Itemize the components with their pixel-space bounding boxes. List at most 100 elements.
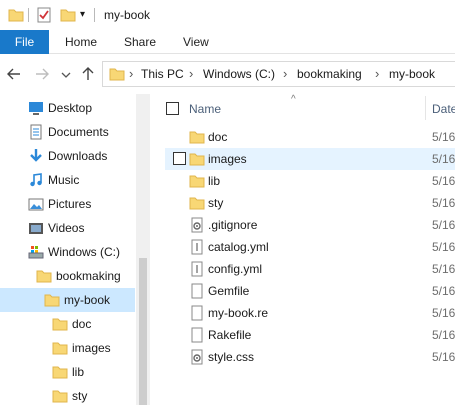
sidebar-item-my-book[interactable]: my-book	[0, 288, 135, 312]
blank-file-icon	[189, 327, 205, 343]
music-icon	[28, 172, 44, 188]
folder-icon	[189, 173, 205, 189]
pictures-icon	[28, 196, 44, 212]
sidebar-item-label: Documents	[48, 125, 109, 139]
chevron-right-icon[interactable]: ›	[283, 66, 287, 81]
breadcrumb-my-book[interactable]: my-book	[389, 67, 435, 81]
file-row-lib[interactable]: lib 5/16	[165, 170, 455, 192]
file-date: 5/16	[432, 174, 455, 188]
breadcrumb-windows-c[interactable]: Windows (C:)	[203, 67, 275, 81]
folder-icon	[44, 292, 60, 308]
file-row-doc[interactable]: doc 5/16	[165, 126, 455, 148]
folder-icon	[36, 268, 52, 284]
text-file-icon	[189, 239, 205, 255]
sidebar-item-label: doc	[72, 317, 92, 331]
sidebar-item-windows-c[interactable]: Windows (C:)	[0, 240, 135, 264]
address-bar[interactable]: › This PC › Windows (C:) › bookmaking › …	[102, 61, 455, 87]
sidebar-item-label: Videos	[48, 221, 85, 235]
file-name: style.css	[208, 350, 255, 364]
customize-toolbar-icon[interactable]: ▾	[80, 9, 85, 25]
new-folder-icon[interactable]	[60, 7, 76, 23]
file-name: Gemfile	[208, 284, 250, 298]
sidebar-item-label: bookmaking	[56, 269, 121, 283]
tab-home[interactable]: Home	[65, 30, 97, 54]
file-date: 5/16	[432, 152, 455, 166]
file-row-style-css[interactable]: style.css 5/16	[165, 346, 455, 368]
settings-file-icon	[189, 349, 205, 365]
file-row-config-yml[interactable]: config.yml 5/16	[165, 258, 455, 280]
file-date: 5/16	[432, 350, 455, 364]
folder-icon	[189, 129, 205, 145]
column-divider[interactable]	[425, 96, 426, 120]
chevron-right-icon[interactable]: ›	[189, 66, 193, 81]
sidebar-item-images[interactable]: images	[0, 336, 135, 360]
divider	[28, 8, 29, 22]
chevron-right-icon[interactable]: ›	[129, 66, 133, 81]
sidebar-item-documents[interactable]: Documents	[0, 120, 135, 144]
file-date: 5/16	[432, 284, 455, 298]
file-name: doc	[208, 130, 228, 144]
column-header-name[interactable]: Name	[189, 102, 221, 116]
file-name: images	[208, 152, 247, 166]
videos-icon	[28, 220, 44, 236]
sidebar-item-label: Windows (C:)	[48, 245, 121, 259]
settings-file-icon	[189, 217, 205, 233]
sidebar-item-bookmaking[interactable]: bookmaking	[0, 264, 135, 288]
file-row-gitignore[interactable]: .gitignore 5/16	[165, 214, 455, 236]
sidebar-item-music[interactable]: Music	[0, 168, 135, 192]
sidebar-item-doc[interactable]: doc	[0, 312, 135, 336]
blank-file-icon	[189, 283, 205, 299]
sidebar-item-pictures[interactable]: Pictures	[0, 192, 135, 216]
file-date: 5/16	[432, 130, 455, 144]
window-title: my-book	[104, 8, 151, 22]
select-all-checkbox[interactable]	[166, 102, 179, 115]
tab-share[interactable]: Share	[124, 30, 156, 54]
file-date: 5/16	[432, 196, 455, 210]
file-row-rakefile[interactable]: Rakefile 5/16	[165, 324, 455, 346]
file-row-images[interactable]: images 5/16	[165, 148, 455, 170]
sidebar-item-desktop[interactable]: Desktop	[0, 96, 135, 120]
tab-view[interactable]: View	[183, 30, 209, 54]
properties-icon[interactable]	[36, 7, 52, 23]
breadcrumb-this-pc[interactable]: This PC	[141, 67, 184, 81]
sidebar-item-label: images	[72, 341, 111, 355]
drive-icon	[28, 244, 44, 260]
sidebar-item-videos[interactable]: Videos	[0, 216, 135, 240]
sidebar-item-label: Pictures	[48, 197, 92, 211]
downloads-icon	[28, 148, 44, 164]
folder-icon	[52, 340, 68, 356]
file-row-gemfile[interactable]: Gemfile 5/16	[165, 280, 455, 302]
navigation-pane: Desktop Documents Downloads Music Pictur…	[0, 94, 150, 405]
file-name: catalog.yml	[208, 240, 269, 254]
sidebar-item-sty[interactable]: sty	[0, 384, 135, 405]
up-arrow-icon[interactable]	[80, 66, 96, 82]
row-checkbox[interactable]	[173, 152, 186, 165]
file-name: .gitignore	[208, 218, 258, 232]
sidebar-item-lib[interactable]: lib	[0, 360, 135, 384]
file-name: sty	[208, 196, 224, 210]
file-name: my-book.re	[208, 306, 269, 320]
divider	[94, 8, 95, 22]
file-name: lib	[208, 174, 221, 188]
folder-icon	[109, 66, 125, 85]
sidebar-item-downloads[interactable]: Downloads	[0, 144, 135, 168]
column-header-date[interactable]: Date	[432, 102, 455, 116]
sidebar-item-label: Desktop	[48, 101, 93, 115]
file-date: 5/16	[432, 328, 455, 342]
folder-icon	[52, 388, 68, 404]
breadcrumb-bookmaking[interactable]: bookmaking	[297, 67, 362, 81]
sidebar-scrollbar-thumb[interactable]	[139, 258, 147, 405]
file-row-my-book-re[interactable]: my-book.re 5/16	[165, 302, 455, 324]
folder-icon	[52, 364, 68, 380]
file-row-sty[interactable]: sty 5/16	[165, 192, 455, 214]
recent-locations-icon[interactable]	[58, 67, 74, 83]
back-arrow-icon[interactable]	[6, 66, 22, 82]
file-row-catalog-yml[interactable]: catalog.yml 5/16	[165, 236, 455, 258]
tab-file[interactable]: File	[0, 30, 49, 54]
title-bar: ▾ my-book	[0, 0, 455, 30]
file-date: 5/16	[432, 262, 455, 276]
chevron-right-icon[interactable]: ›	[375, 66, 379, 81]
file-date: 5/16	[432, 218, 455, 232]
documents-icon	[28, 124, 44, 140]
forward-arrow-icon[interactable]	[34, 66, 50, 82]
